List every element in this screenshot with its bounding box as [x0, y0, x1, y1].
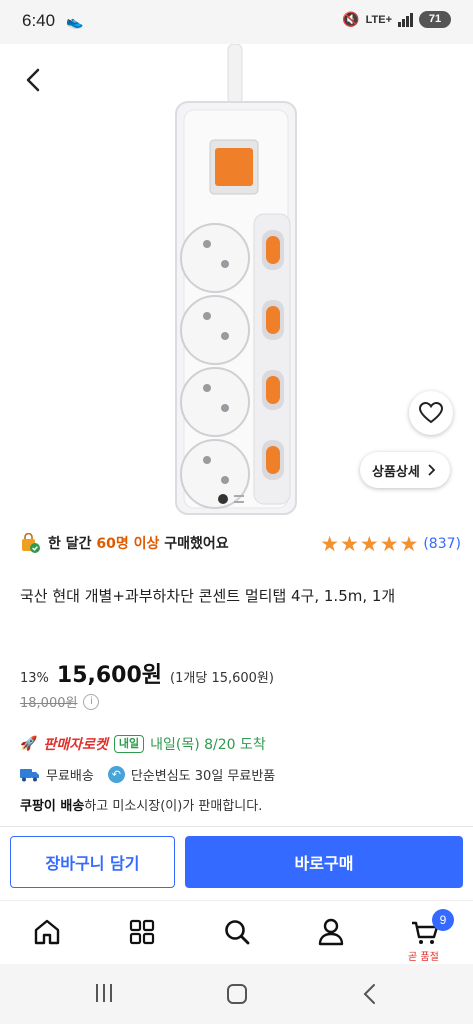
- discount-rate: 13%: [20, 671, 49, 686]
- price-row: 13% 15,600원 (1개당 15,600원): [20, 657, 274, 689]
- star-icon: ★: [379, 532, 399, 556]
- purchase-suffix: 구매했어요: [164, 536, 229, 552]
- rating-summary[interactable]: ★ ★ ★ ★ ★ (837): [320, 532, 461, 556]
- star-icon: ★: [340, 532, 359, 556]
- rocket-icon: 🚀: [20, 736, 38, 752]
- purchase-prefix: 한 달간: [48, 536, 92, 552]
- rocket-delivery-row: 🚀 판매자로켓 내일 내일(목) 8/20 도착: [20, 734, 266, 754]
- return-icon: ↶: [107, 766, 125, 783]
- arrival-date: 내일(목) 8/20 도착: [150, 737, 266, 753]
- back-button[interactable]: [16, 62, 52, 98]
- unit-price: (1개당 15,600원): [170, 671, 274, 686]
- free-shipping-label: 무료배송: [46, 769, 94, 784]
- status-time: 6:40: [22, 11, 56, 30]
- user-icon: [318, 918, 344, 946]
- recent-apps-button[interactable]: [96, 984, 112, 1002]
- cart-soldout-note: 곧 품절: [408, 952, 439, 963]
- system-back-button[interactable]: [360, 982, 380, 1006]
- review-count[interactable]: (837): [423, 536, 461, 552]
- product-title: 국산 현대 개별+과부하차단 콘센트 멀티탭 4구, 1.5m, 1개: [20, 587, 396, 605]
- seller-rest: 하고 미소시장(이)가 판매합니다.: [84, 799, 263, 814]
- product-image-carousel[interactable]: 상품상세: [0, 44, 473, 516]
- status-bar: 6:40 👟 🔇 LTE+ 71: [0, 0, 473, 44]
- buy-now-button[interactable]: 바로구매: [185, 836, 463, 888]
- nav-home[interactable]: [30, 915, 64, 949]
- grid-icon: [129, 919, 155, 945]
- product-detail-button[interactable]: 상품상세: [360, 452, 450, 488]
- sale-price: 15,600원: [56, 663, 163, 688]
- signal-icon: [398, 12, 413, 27]
- pager-dot-active: [218, 494, 228, 504]
- add-to-cart-button[interactable]: 장바구니 담기: [10, 836, 175, 888]
- shopping-bag-check-icon: [20, 532, 40, 553]
- battery-icon: 71: [419, 11, 451, 28]
- seller-info: 쿠팡이 배송하고 미소시장(이)가 판매합니다.: [20, 795, 262, 814]
- free-return-label: 단순변심도 30일 무료반품: [130, 769, 276, 784]
- rocket-brand: 판매자로켓: [43, 737, 108, 753]
- seller-bold: 쿠팡이 배송: [20, 799, 85, 814]
- tomorrow-badge: 내일: [113, 735, 145, 753]
- network-type: LTE+: [365, 13, 392, 26]
- home-icon: [34, 919, 60, 945]
- system-navigation-bar: [0, 964, 473, 1024]
- shipping-info-row: 무료배송 ↶ 단순변심도 30일 무료반품: [20, 765, 275, 784]
- nav-my-account[interactable]: [314, 915, 348, 949]
- truck-icon: [20, 768, 39, 781]
- purchase-count-banner: 한 달간 60명 이상 구매했어요: [20, 532, 229, 553]
- search-icon: [225, 920, 250, 945]
- mute-icon: 🔇: [342, 11, 360, 28]
- purchase-highlight: 60명 이상: [96, 536, 160, 552]
- original-price: 18,000원: [20, 696, 78, 711]
- nav-search[interactable]: [220, 915, 254, 949]
- power-strip-image: [175, 44, 297, 515]
- info-icon[interactable]: i: [83, 693, 100, 710]
- status-indicators: 🔇 LTE+ 71: [342, 11, 451, 28]
- star-icon: ★: [399, 532, 419, 556]
- home-button[interactable]: [227, 984, 247, 1004]
- pager-more-icon: [234, 495, 244, 503]
- star-icon: ★: [320, 532, 340, 556]
- chevron-right-icon: [428, 464, 436, 476]
- shoe-notification-icon: 👟: [66, 14, 84, 30]
- image-pager: [218, 494, 244, 504]
- divider: [0, 826, 473, 827]
- wishlist-button[interactable]: [409, 391, 453, 435]
- product-detail-label: 상품상세: [372, 464, 420, 480]
- star-icon: ★: [359, 532, 379, 556]
- nav-categories[interactable]: [125, 915, 159, 949]
- cart-count-badge: 9: [432, 909, 454, 931]
- original-price-row: 18,000원 i: [20, 692, 100, 711]
- heart-icon: [419, 402, 443, 424]
- bottom-navigation: [0, 900, 473, 964]
- chevron-left-icon: [26, 68, 40, 92]
